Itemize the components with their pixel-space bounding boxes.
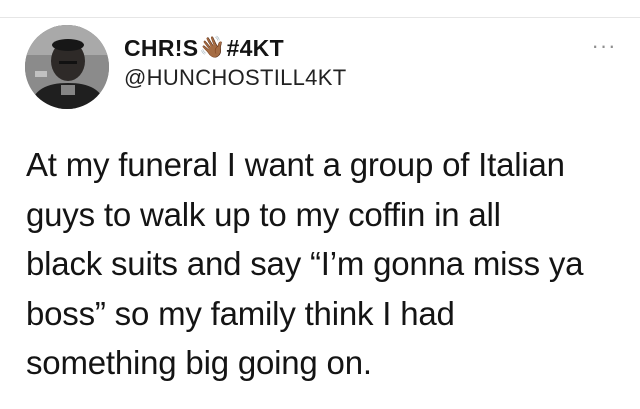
avatar[interactable] <box>25 25 109 109</box>
tweet-text-line: boss” so my family think I had <box>26 294 455 332</box>
user-handle[interactable]: @HUNCHOSTILL4KT <box>124 65 564 91</box>
tweet-text-line: guys to walk up to my coffin in all <box>26 195 501 233</box>
display-name-row: CHR!S 👋🏾 #4KT <box>124 34 564 62</box>
tweet-text: At my funeral I want a group of Italian … <box>26 140 616 388</box>
tweet-text-line: black suits and say “I’m gonna miss ya <box>26 245 584 282</box>
author-info: CHR!S 👋🏾 #4KT @HUNCHOSTILL4KT <box>124 34 564 91</box>
tweet-card[interactable]: CHR!S 👋🏾 #4KT @HUNCHOSTILL4KT ··· At my … <box>0 0 640 409</box>
display-name-tag: #4KT <box>226 34 284 61</box>
tweet-text-line: something big going on. <box>26 344 372 381</box>
display-name[interactable]: CHR!S <box>124 35 198 62</box>
tweet-text-line: At my funeral I want a group of Italian <box>26 146 565 183</box>
profile-photo-icon <box>25 25 109 109</box>
more-options-icon: ··· <box>591 33 617 58</box>
waving-hand-icon: 👋🏾 <box>199 36 226 59</box>
more-options-button[interactable]: ··· <box>584 33 624 58</box>
